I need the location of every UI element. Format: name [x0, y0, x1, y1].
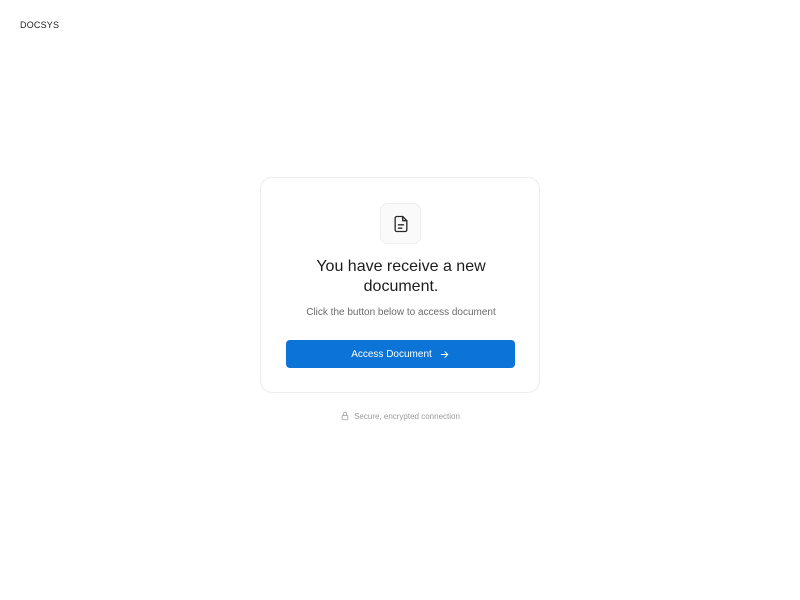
- lock-icon: [340, 411, 350, 421]
- document-icon-container: [380, 203, 421, 244]
- access-document-button[interactable]: Access Document: [286, 340, 515, 368]
- brand-logo: DOCSYS: [20, 20, 60, 30]
- access-document-label: Access Document: [351, 348, 432, 360]
- arrow-right-icon: [439, 349, 450, 360]
- secure-connection-text: Secure, encrypted connection: [354, 411, 460, 421]
- document-card: You have receive a new document. Click t…: [260, 177, 540, 393]
- card-title: You have receive a new document.: [316, 258, 486, 295]
- card-subtitle: Click the button below to access documen…: [306, 307, 496, 318]
- secure-connection-note: Secure, encrypted connection: [0, 411, 800, 421]
- document-icon: [391, 214, 411, 234]
- page: DOCSYS You have receive a new document. …: [0, 0, 800, 600]
